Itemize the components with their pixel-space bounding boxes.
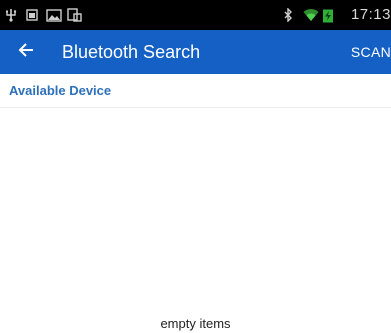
wifi-icon [303, 6, 319, 24]
section-label: Available Device [9, 83, 112, 98]
empty-state-text: empty items [160, 316, 231, 331]
status-time: 17:13 [350, 6, 391, 23]
screen-icon [67, 6, 82, 24]
image-icon [46, 6, 62, 24]
bluetooth-icon [283, 6, 293, 24]
app-toolbar: Bluetooth Search SCAN [0, 30, 391, 74]
page-title: Bluetooth Search [62, 42, 201, 62]
sim-icon [26, 6, 38, 24]
battery-icon [322, 6, 334, 24]
arrow-left-icon [18, 42, 34, 63]
available-device-header: Available Device [0, 74, 391, 108]
scan-button[interactable]: SCAN [351, 30, 391, 74]
back-button[interactable] [8, 34, 44, 70]
usb-icon [5, 6, 17, 24]
device-list[interactable]: empty items [0, 108, 391, 333]
status-bar: 17:13 [0, 0, 391, 30]
